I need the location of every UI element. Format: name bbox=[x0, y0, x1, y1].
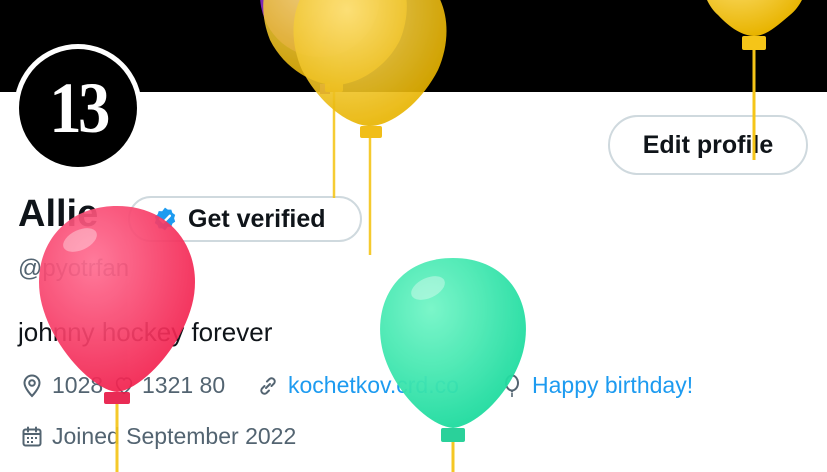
gold-balloon-center bbox=[293, 0, 447, 255]
red-balloon bbox=[38, 206, 196, 472]
gold-balloon-right bbox=[707, 0, 802, 160]
green-balloon bbox=[380, 258, 526, 472]
birthday-balloons-overlay bbox=[38, 0, 802, 472]
